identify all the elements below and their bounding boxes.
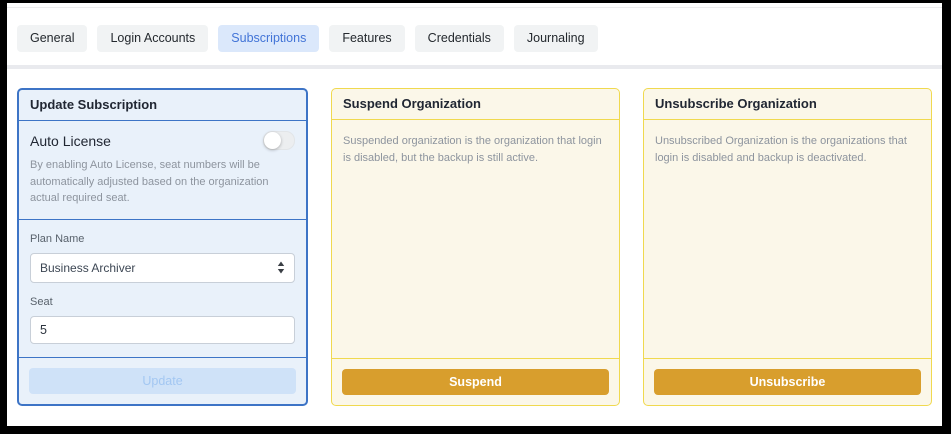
tab-journaling[interactable]: Journaling	[514, 25, 598, 52]
unsubscribe-organization-panel: Unsubscribe Organization Unsubscribed Or…	[643, 88, 932, 406]
unsubscribe-footer: Unsubscribe	[644, 358, 931, 405]
content-area: General Login Accounts Subscriptions Fea…	[7, 3, 942, 426]
suspend-footer: Suspend	[332, 358, 619, 405]
unsubscribe-button[interactable]: Unsubscribe	[654, 369, 921, 395]
update-subscription-title: Update Subscription	[19, 90, 306, 121]
top-divider	[7, 7, 942, 8]
unsubscribe-organization-title: Unsubscribe Organization	[644, 89, 931, 120]
seat-label: Seat	[30, 296, 295, 308]
suspend-organization-panel: Suspend Organization Suspended organizat…	[331, 88, 620, 406]
auto-license-description: By enabling Auto License, seat numbers w…	[30, 157, 295, 207]
unsubscribe-description: Unsubscribed Organization is the organiz…	[655, 133, 920, 166]
subscription-form: Plan Name Business Archiver Seat	[19, 220, 306, 357]
organization-settings-page: { "tabs": [ { "label": "General", "activ…	[0, 0, 951, 434]
panels-row: Update Subscription Auto License By enab…	[7, 88, 942, 406]
auto-license-label: Auto License	[30, 133, 111, 149]
seat-input[interactable]	[30, 316, 295, 344]
suspend-organization-title: Suspend Organization	[332, 89, 619, 120]
update-footer: Update	[19, 357, 306, 404]
plan-name-select[interactable]: Business Archiver	[30, 253, 295, 283]
update-button[interactable]: Update	[29, 368, 296, 394]
plan-name-label: Plan Name	[30, 233, 295, 245]
update-subscription-body: Auto License By enabling Auto License, s…	[19, 121, 306, 357]
auto-license-toggle[interactable]	[263, 131, 295, 150]
tab-features[interactable]: Features	[329, 25, 404, 52]
suspend-description: Suspended organization is the organizati…	[343, 133, 608, 166]
suspend-organization-body: Suspended organization is the organizati…	[332, 120, 619, 358]
tab-bar-divider	[7, 65, 942, 69]
tab-subscriptions[interactable]: Subscriptions	[218, 25, 319, 52]
toggle-knob-icon	[264, 132, 281, 149]
tab-general[interactable]: General	[17, 25, 87, 52]
plan-name-selected-value: Business Archiver	[40, 261, 135, 275]
update-subscription-panel: Update Subscription Auto License By enab…	[17, 88, 308, 406]
unsubscribe-organization-body: Unsubscribed Organization is the organiz…	[644, 120, 931, 358]
auto-license-section: Auto License By enabling Auto License, s…	[19, 121, 306, 220]
tab-credentials[interactable]: Credentials	[415, 25, 504, 52]
tab-login-accounts[interactable]: Login Accounts	[97, 25, 208, 52]
tab-bar: General Login Accounts Subscriptions Fea…	[7, 25, 942, 52]
suspend-button[interactable]: Suspend	[342, 369, 609, 395]
select-arrows-icon	[277, 261, 285, 274]
